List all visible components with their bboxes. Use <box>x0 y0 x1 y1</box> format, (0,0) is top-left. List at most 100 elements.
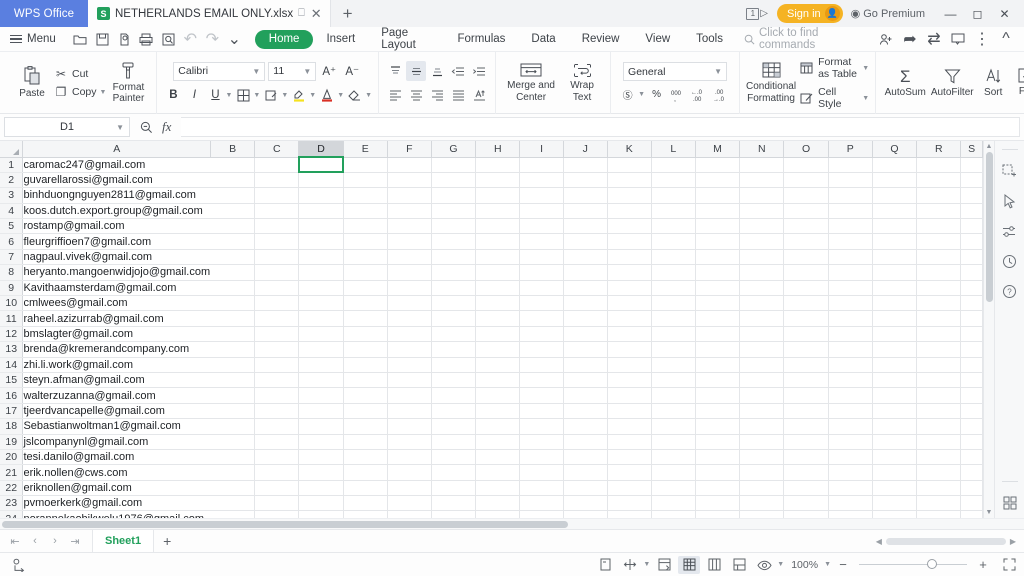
align-right-button[interactable] <box>427 85 447 105</box>
cell-A19[interactable]: jslcompanynl@gmail.com <box>22 434 211 450</box>
help-icon[interactable]: ? <box>995 276 1024 306</box>
clear-format-button[interactable] <box>345 85 365 105</box>
row-header-18[interactable]: 18 <box>0 418 24 435</box>
cell-I1[interactable] <box>519 157 564 173</box>
cell-M9[interactable] <box>695 280 741 297</box>
align-top-button[interactable] <box>385 61 405 81</box>
cell-C15[interactable] <box>254 372 300 389</box>
text-orientation-button[interactable] <box>469 85 489 105</box>
cell-O21[interactable] <box>783 464 829 481</box>
cell-B6[interactable] <box>210 233 256 250</box>
add-sheet-button[interactable]: + <box>154 533 180 549</box>
cell-C16[interactable] <box>254 387 300 404</box>
cell-G15[interactable] <box>431 372 477 389</box>
row-header-2[interactable]: 2 <box>0 172 24 189</box>
cell-R20[interactable] <box>916 449 962 466</box>
cell-F20[interactable] <box>387 449 432 466</box>
vertical-scroll-thumb[interactable] <box>985 152 993 302</box>
minimize-button[interactable]: — <box>937 0 964 27</box>
cell-N2[interactable] <box>739 172 785 189</box>
cell-M6[interactable] <box>695 233 741 250</box>
cell-N20[interactable] <box>739 449 785 466</box>
cell-B16[interactable] <box>210 387 256 404</box>
document-tab[interactable]: S NETHERLANDS EMAIL ONLY.xlsx ⎕ ✕ <box>88 0 331 27</box>
cell-K17[interactable] <box>607 403 652 420</box>
cell-S7[interactable] <box>960 249 983 266</box>
cell-E18[interactable] <box>343 418 388 435</box>
cell-P3[interactable] <box>828 187 873 204</box>
cell-R9[interactable] <box>916 280 962 297</box>
cell-P19[interactable] <box>828 434 873 450</box>
cell-L15[interactable] <box>651 372 696 389</box>
cell-L19[interactable] <box>651 434 696 450</box>
cell-J23[interactable] <box>563 495 608 512</box>
chevron-down-icon[interactable]: ▼ <box>309 92 316 99</box>
cell-A1[interactable]: caromac247@gmail.com <box>22 157 211 173</box>
cell-D16[interactable] <box>298 387 344 404</box>
cell-H7[interactable] <box>475 249 521 266</box>
cell-C5[interactable] <box>254 218 300 235</box>
window-count-badge[interactable]: 1 ▷ <box>737 7 777 20</box>
formula-input[interactable] <box>181 117 1020 137</box>
cell-Q17[interactable] <box>872 403 918 420</box>
cell-Q5[interactable] <box>872 218 918 235</box>
row-header-19[interactable]: 19 <box>0 434 24 450</box>
cell-B1[interactable] <box>210 157 256 173</box>
cell-E13[interactable] <box>343 341 388 358</box>
cell-F16[interactable] <box>387 387 432 404</box>
cell-S19[interactable] <box>960 434 983 450</box>
cell-Q8[interactable] <box>872 264 918 281</box>
row-header-13[interactable]: 13 <box>0 341 24 358</box>
cell-J22[interactable] <box>563 480 608 497</box>
cell-O17[interactable] <box>783 403 829 420</box>
zoom-out-button[interactable]: − <box>834 557 852 572</box>
cell-B7[interactable] <box>210 249 256 266</box>
cell-M13[interactable] <box>695 341 741 358</box>
cell-K20[interactable] <box>607 449 652 466</box>
cell-E20[interactable] <box>343 449 388 466</box>
cell-G5[interactable] <box>431 218 477 235</box>
cell-K7[interactable] <box>607 249 652 266</box>
cell-D19[interactable] <box>298 434 344 450</box>
cell-N11[interactable] <box>739 310 785 327</box>
cell-H17[interactable] <box>475 403 521 420</box>
cell-S12[interactable] <box>960 326 983 343</box>
cell-J20[interactable] <box>563 449 608 466</box>
cell-S14[interactable] <box>960 357 983 373</box>
save-icon[interactable] <box>92 29 113 50</box>
history-clock-icon[interactable] <box>995 246 1024 276</box>
cell-Q18[interactable] <box>872 418 918 435</box>
row-header-3[interactable]: 3 <box>0 187 24 204</box>
chevron-down-icon[interactable]: ▼ <box>638 91 645 98</box>
cell-P11[interactable] <box>828 310 873 327</box>
cell-E5[interactable] <box>343 218 388 235</box>
cell-K14[interactable] <box>607 357 652 373</box>
cell-N9[interactable] <box>739 280 785 297</box>
cell-B14[interactable] <box>210 357 256 373</box>
cell-effects-button[interactable] <box>261 85 281 105</box>
tab-formulas[interactable]: Formulas <box>444 30 518 49</box>
settings-sliders-icon[interactable] <box>995 216 1024 246</box>
cell-N6[interactable] <box>739 233 785 250</box>
cell-P6[interactable] <box>828 233 873 250</box>
cell-L6[interactable] <box>651 233 696 250</box>
cell-S21[interactable] <box>960 464 983 481</box>
cell-C13[interactable] <box>254 341 300 358</box>
increase-indent-button[interactable] <box>469 61 489 81</box>
cell-J5[interactable] <box>563 218 608 235</box>
wps-office-logo[interactable]: WPS Office <box>0 0 88 27</box>
row-header-14[interactable]: 14 <box>0 357 24 373</box>
cell-D8[interactable] <box>298 264 344 281</box>
cell-G16[interactable] <box>431 387 477 404</box>
cell-R1[interactable] <box>916 157 962 173</box>
bold-button[interactable]: B <box>163 85 183 105</box>
cell-E6[interactable] <box>343 233 388 250</box>
row-header-6[interactable]: 6 <box>0 233 24 250</box>
cell-F14[interactable] <box>387 357 432 373</box>
cell-I5[interactable] <box>519 218 564 235</box>
column-header-j[interactable]: J <box>563 141 608 158</box>
cell-I20[interactable] <box>519 449 564 466</box>
cell-A2[interactable]: guvarellarossi@gmail.com <box>22 172 211 189</box>
cell-P24[interactable] <box>828 510 873 518</box>
cell-H4[interactable] <box>475 203 521 220</box>
